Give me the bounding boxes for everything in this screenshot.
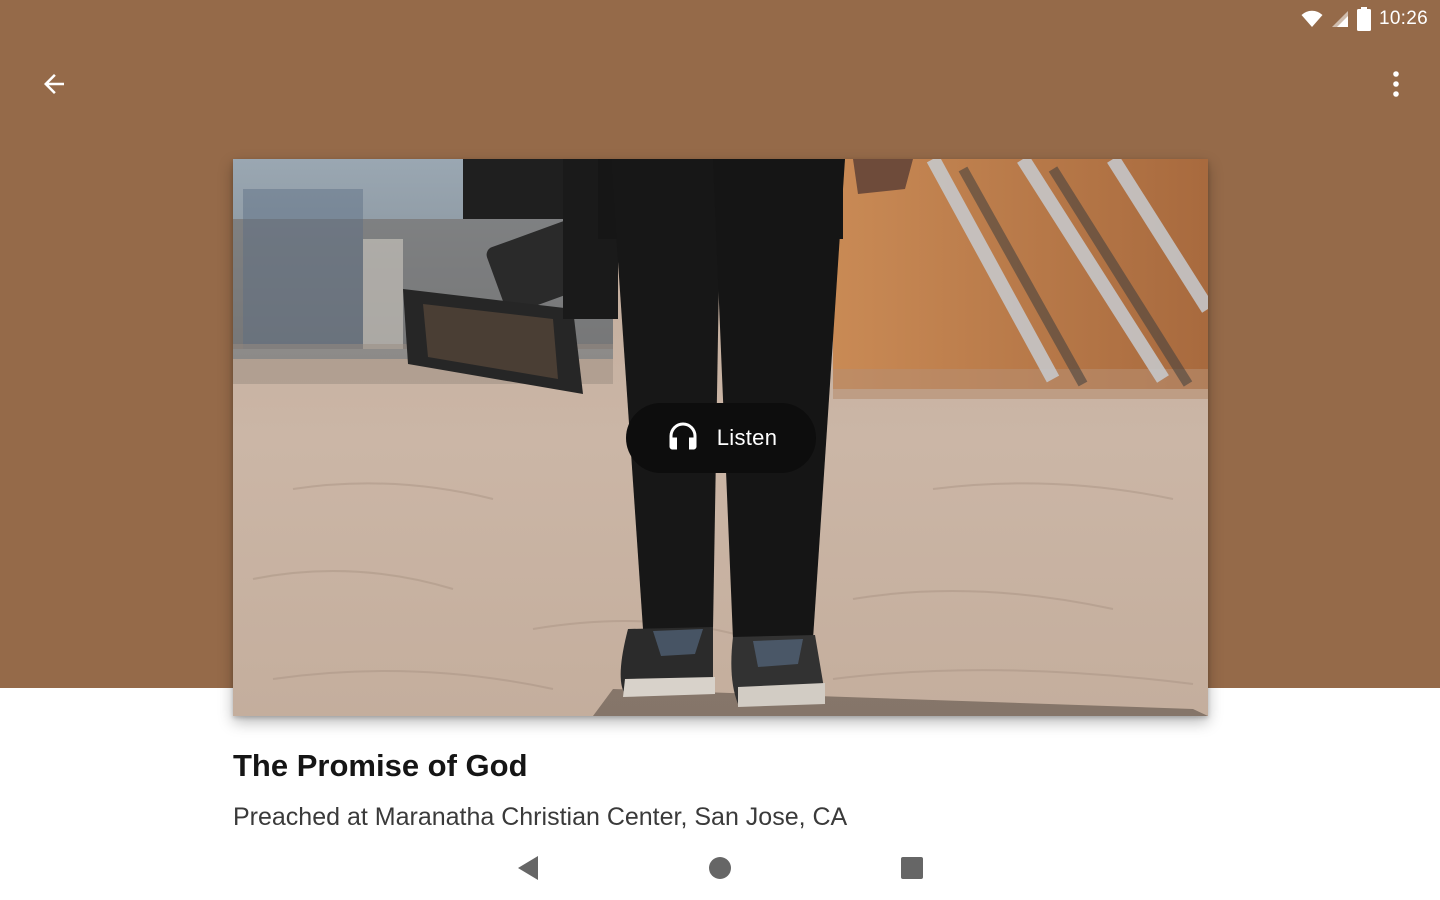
nav-recents-button[interactable] [888,846,936,894]
headphones-icon [665,418,701,459]
wifi-icon [1301,10,1323,28]
battery-icon [1356,7,1371,31]
status-indicators: 10:26 [1301,6,1428,32]
sermon-subtitle: Preached at Maranatha Christian Center, … [233,803,848,831]
arrow-back-icon [39,69,69,104]
listen-label: Listen [716,425,778,450]
home-circle-icon [708,856,732,885]
cell-signal-icon [1331,10,1349,28]
back-triangle-icon [516,855,540,886]
nav-back-button[interactable] [504,846,552,894]
back-button[interactable] [30,62,78,110]
status-time: 10:26 [1378,8,1428,29]
listen-button[interactable]: Listen [626,403,816,473]
overflow-menu-button[interactable] [1372,62,1420,110]
sermon-detail-screen: 10:26 Listen The Promise of God Preached… [0,0,1440,900]
system-nav-bar [0,838,1440,900]
recents-square-icon [900,856,924,885]
more-vertical-icon [1391,69,1401,104]
status-bar: 10:26 [0,0,1440,38]
nav-home-button[interactable] [696,846,744,894]
sermon-title: The Promise of God [233,748,528,783]
